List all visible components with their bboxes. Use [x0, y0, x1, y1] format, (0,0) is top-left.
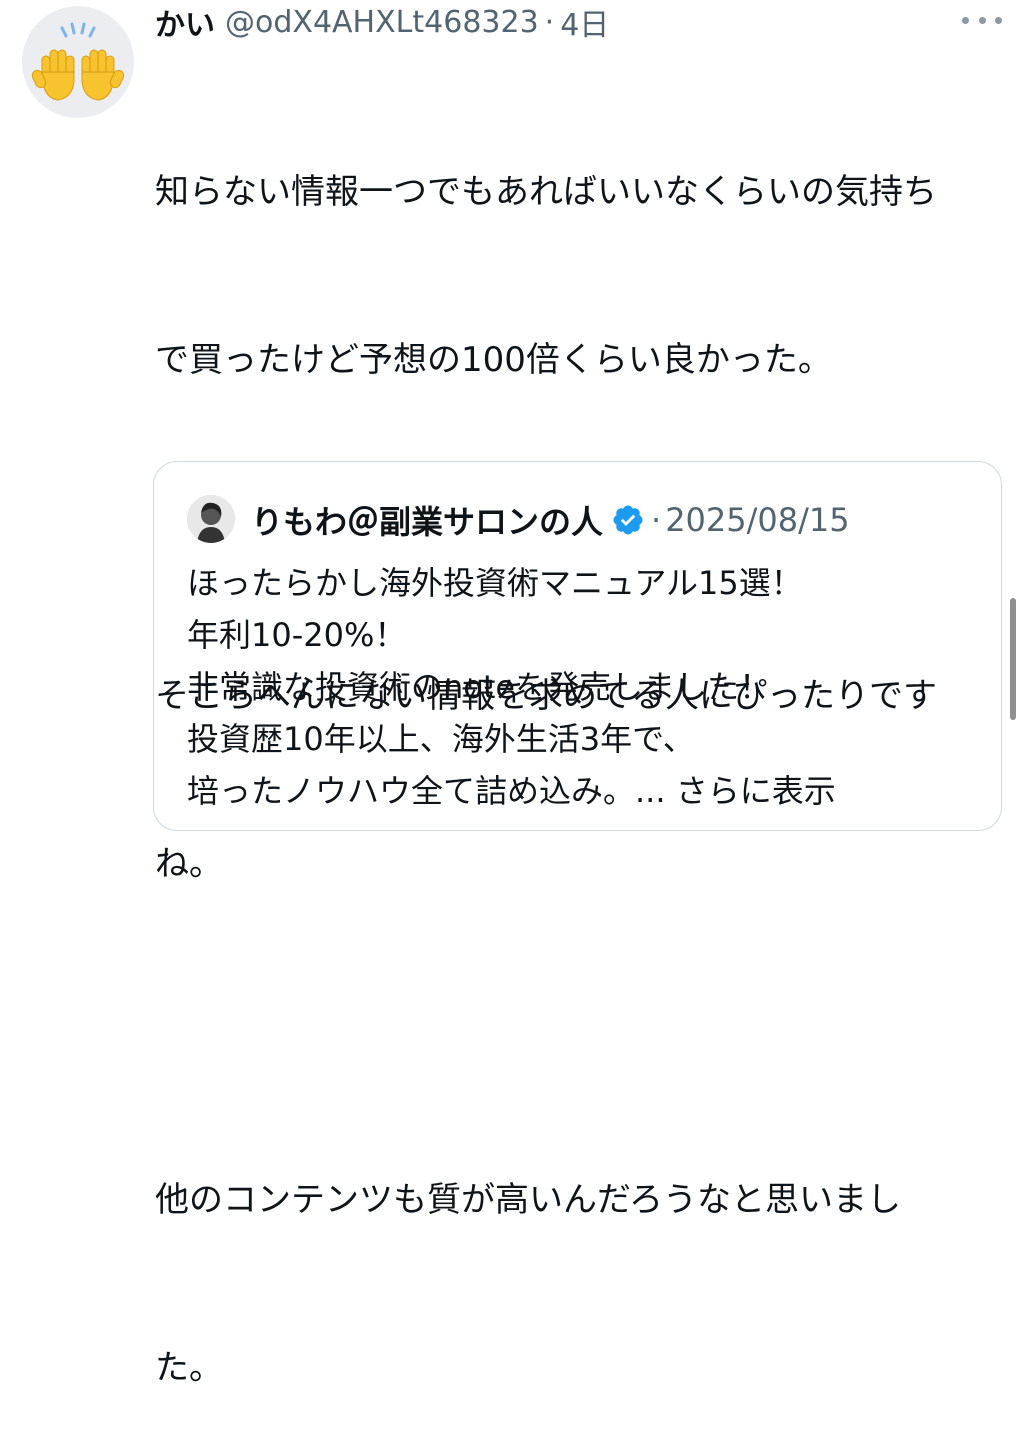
quoted-author-avatar: [187, 495, 235, 543]
show-more-link[interactable]: さらに表示: [676, 772, 836, 810]
tweet-timestamp[interactable]: 4日: [560, 0, 609, 44]
author-handle[interactable]: @odX4AHXLt468323: [225, 5, 539, 40]
tweet-body-line: 他のコンテンツも質が高いんだろうなと思いまし: [155, 1180, 901, 1220]
quoted-tweet-date: 2025/08/15: [665, 501, 850, 539]
quoted-body-line: 非常識な投資術のnoteを発売しました！: [187, 668, 772, 706]
tweet-header: かい @odX4AHXLt468323 · 4日: [155, 0, 609, 44]
quoted-tweet-card[interactable]: りもわ＠副業サロンの人 · 2025/08/15 ほったらかし海外投資術マニュア…: [153, 461, 1002, 831]
more-dot: [995, 16, 1002, 24]
raising-hands-icon: [31, 22, 125, 101]
quoted-body-line: ほったらかし海外投資術マニュアル15選！: [187, 564, 803, 602]
more-dot: [962, 16, 969, 24]
separator-dot: ·: [651, 501, 662, 539]
avatar[interactable]: [22, 6, 134, 118]
separator-dot: ·: [544, 4, 555, 40]
tweet-body-line: ね。: [155, 844, 223, 884]
more-dot: [978, 16, 986, 24]
scrollbar-thumb[interactable]: [1010, 598, 1016, 720]
tweet-body-line: で買ったけど予想の100倍くらい良かった。: [155, 340, 832, 380]
verified-badge-icon: [613, 505, 643, 535]
tweet-body-line: た。: [155, 1348, 223, 1388]
quoted-body-line: 投資歴10年以上、海外生活3年で、: [187, 720, 695, 758]
quoted-body-line-last: 培ったノウハウ全て詰め込み。... さらに表示: [187, 765, 987, 817]
quoted-body-truncated-text: 培ったノウハウ全て詰め込み。...: [187, 772, 666, 810]
quoted-body-line: 年利10-20%！: [187, 616, 407, 654]
quoted-author-name: りもわ＠副業サロンの人: [251, 503, 604, 541]
quoted-tweet-body: ほったらかし海外投資術マニュアル15選！ 年利10-20%！ 非常識な投資術のn…: [187, 557, 987, 817]
quoted-tweet-header: りもわ＠副業サロンの人 · 2025/08/15: [251, 496, 850, 544]
tweet-body-line: 知らない情報一つでもあればいいなくらいの気持ち: [155, 172, 937, 212]
author-name[interactable]: かい: [155, 0, 215, 44]
more-horizontal-icon[interactable]: [962, 8, 1002, 32]
portrait-avatar-icon: [187, 495, 235, 543]
